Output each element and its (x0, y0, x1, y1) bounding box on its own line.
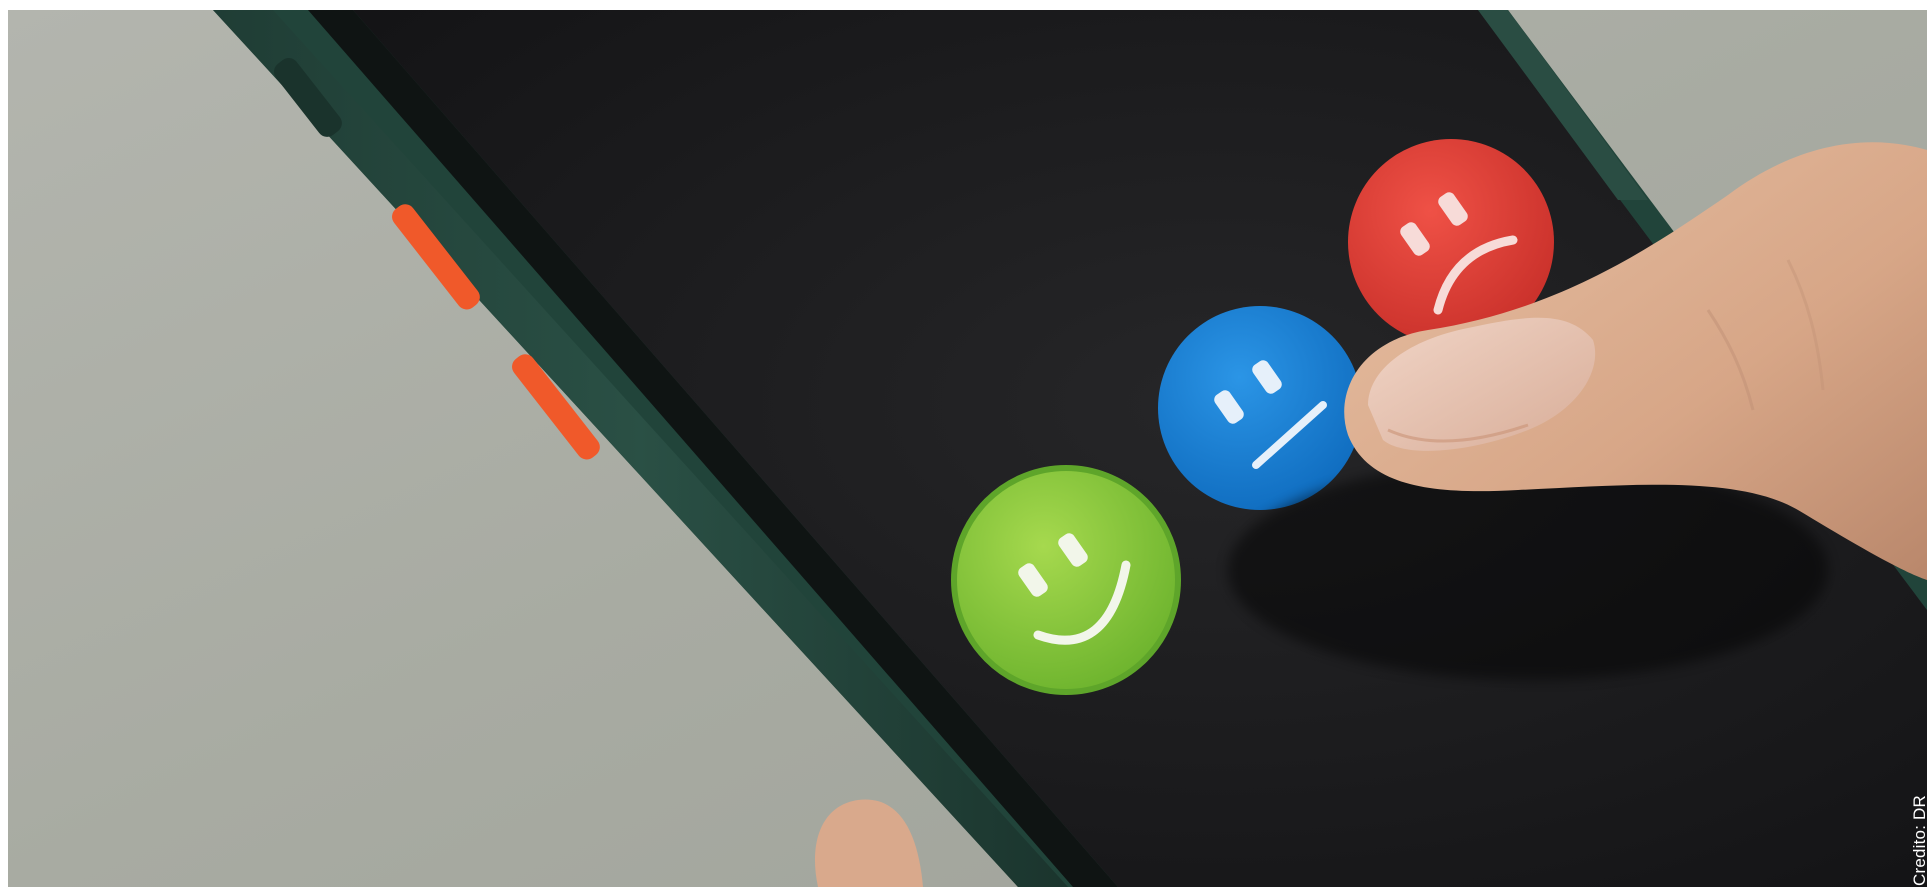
neutral-face-icon (1158, 306, 1362, 510)
photo-credit: Credito: DR (1910, 794, 1927, 886)
happy-face-icon (951, 465, 1181, 695)
photo-frame: Credito: DR (8, 10, 1927, 887)
smartphone-rating-photo (8, 10, 1927, 887)
thumb-shadow (1228, 460, 1828, 680)
